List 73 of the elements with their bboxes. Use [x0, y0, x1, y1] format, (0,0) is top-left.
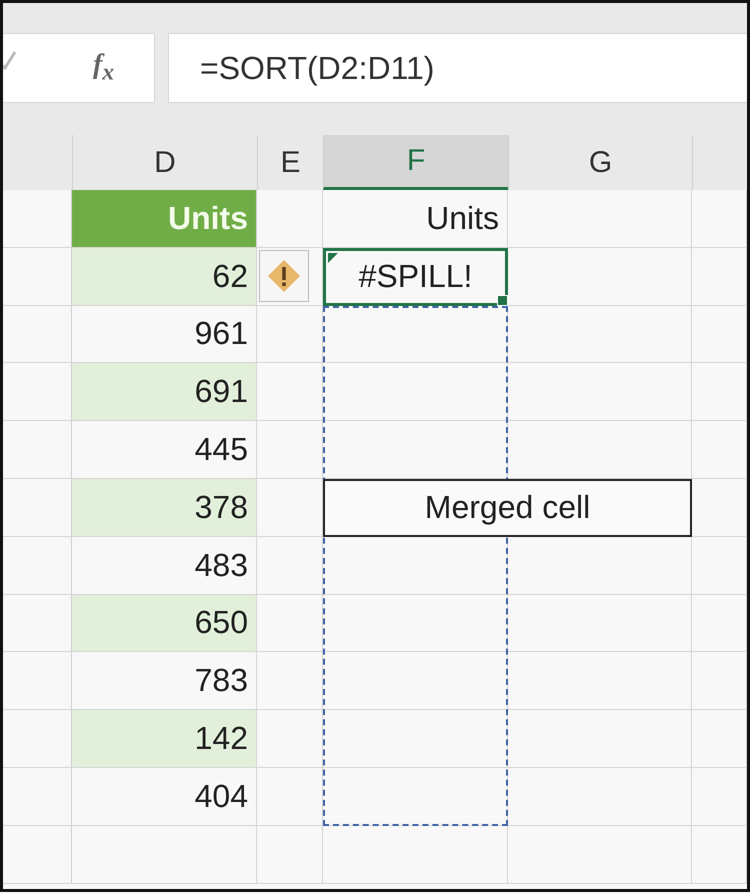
table-cell[interactable]: [323, 536, 508, 595]
table-cell[interactable]: [508, 306, 692, 364]
table-cell[interactable]: [508, 652, 692, 710]
table-cell[interactable]: [323, 652, 508, 710]
column-header[interactable]: E: [257, 135, 323, 190]
table-cell[interactable]: [257, 594, 323, 652]
table-cell[interactable]: [692, 190, 747, 248]
row-header[interactable]: [3, 536, 72, 595]
table-cell: 62: [72, 248, 257, 306]
table-cell: 650: [72, 594, 257, 652]
table-cell: Units: [323, 190, 508, 248]
table-cell[interactable]: [692, 768, 747, 826]
table-cell[interactable]: [508, 826, 692, 884]
table-cell[interactable]: [257, 363, 323, 422]
table-cell[interactable]: [508, 710, 692, 768]
table-cell[interactable]: [692, 652, 747, 710]
row-header[interactable]: [3, 594, 72, 652]
selected-cell[interactable]: #SPILL!: [323, 248, 508, 306]
table-cell[interactable]: [692, 421, 747, 479]
table-cell[interactable]: [508, 594, 692, 652]
table-cell[interactable]: [508, 248, 692, 306]
merged-cell: Merged cell: [323, 478, 692, 537]
table-cell[interactable]: [257, 768, 323, 826]
row-header[interactable]: [3, 363, 72, 422]
table-cell[interactable]: [257, 190, 323, 248]
row-header[interactable]: [3, 421, 72, 479]
check-icon[interactable]: [3, 48, 17, 72]
table-header-cell: Units: [72, 190, 257, 248]
table-cell[interactable]: [692, 363, 747, 422]
table-cell[interactable]: [508, 363, 692, 422]
warning-button[interactable]: [259, 250, 309, 302]
function-label[interactable]: f$_{x}$: [93, 49, 114, 87]
column-header[interactable]: F: [323, 135, 508, 190]
column-header[interactable]: D: [72, 135, 257, 190]
table-cell[interactable]: [257, 248, 323, 306]
table-cell[interactable]: [257, 652, 323, 710]
table-cell: 691: [72, 363, 257, 422]
table-cell[interactable]: [508, 536, 692, 595]
row-header[interactable]: [3, 652, 72, 710]
fill-handle[interactable]: [497, 294, 508, 306]
formula-field[interactable]: =SORT(D2:D11): [168, 33, 747, 103]
table-cell[interactable]: [508, 190, 692, 248]
table-cell[interactable]: [257, 306, 323, 364]
table-cell[interactable]: [692, 826, 747, 884]
error-value: #SPILL!: [358, 258, 472, 296]
row-header[interactable]: [3, 826, 72, 884]
table-cell[interactable]: [323, 826, 508, 884]
row-header[interactable]: [3, 248, 72, 306]
table-cell[interactable]: [692, 594, 747, 652]
table-cell[interactable]: [692, 536, 747, 595]
table-cell: 378: [72, 478, 257, 537]
table-cell[interactable]: [257, 421, 323, 479]
row-header[interactable]: [3, 190, 72, 248]
table-cell[interactable]: [323, 594, 508, 652]
table-cell[interactable]: [692, 710, 747, 768]
table-cell[interactable]: [257, 536, 323, 595]
row-header[interactable]: [3, 478, 72, 537]
table-cell[interactable]: [692, 478, 747, 537]
table-cell[interactable]: [508, 768, 692, 826]
table-cell[interactable]: [323, 363, 508, 422]
table-cell: 404: [72, 768, 257, 826]
table-cell[interactable]: [257, 710, 323, 768]
corner-cell[interactable]: [3, 135, 72, 190]
column-header[interactable]: [692, 135, 747, 190]
table-cell: 142: [72, 710, 257, 768]
table-cell[interactable]: [72, 826, 257, 884]
table-cell[interactable]: [692, 248, 747, 306]
row-header[interactable]: [3, 306, 72, 364]
row-header[interactable]: [3, 768, 72, 826]
table-cell[interactable]: [692, 306, 747, 364]
row-header[interactable]: [3, 710, 72, 768]
table-cell[interactable]: [257, 826, 323, 884]
column-header[interactable]: G: [508, 135, 692, 190]
